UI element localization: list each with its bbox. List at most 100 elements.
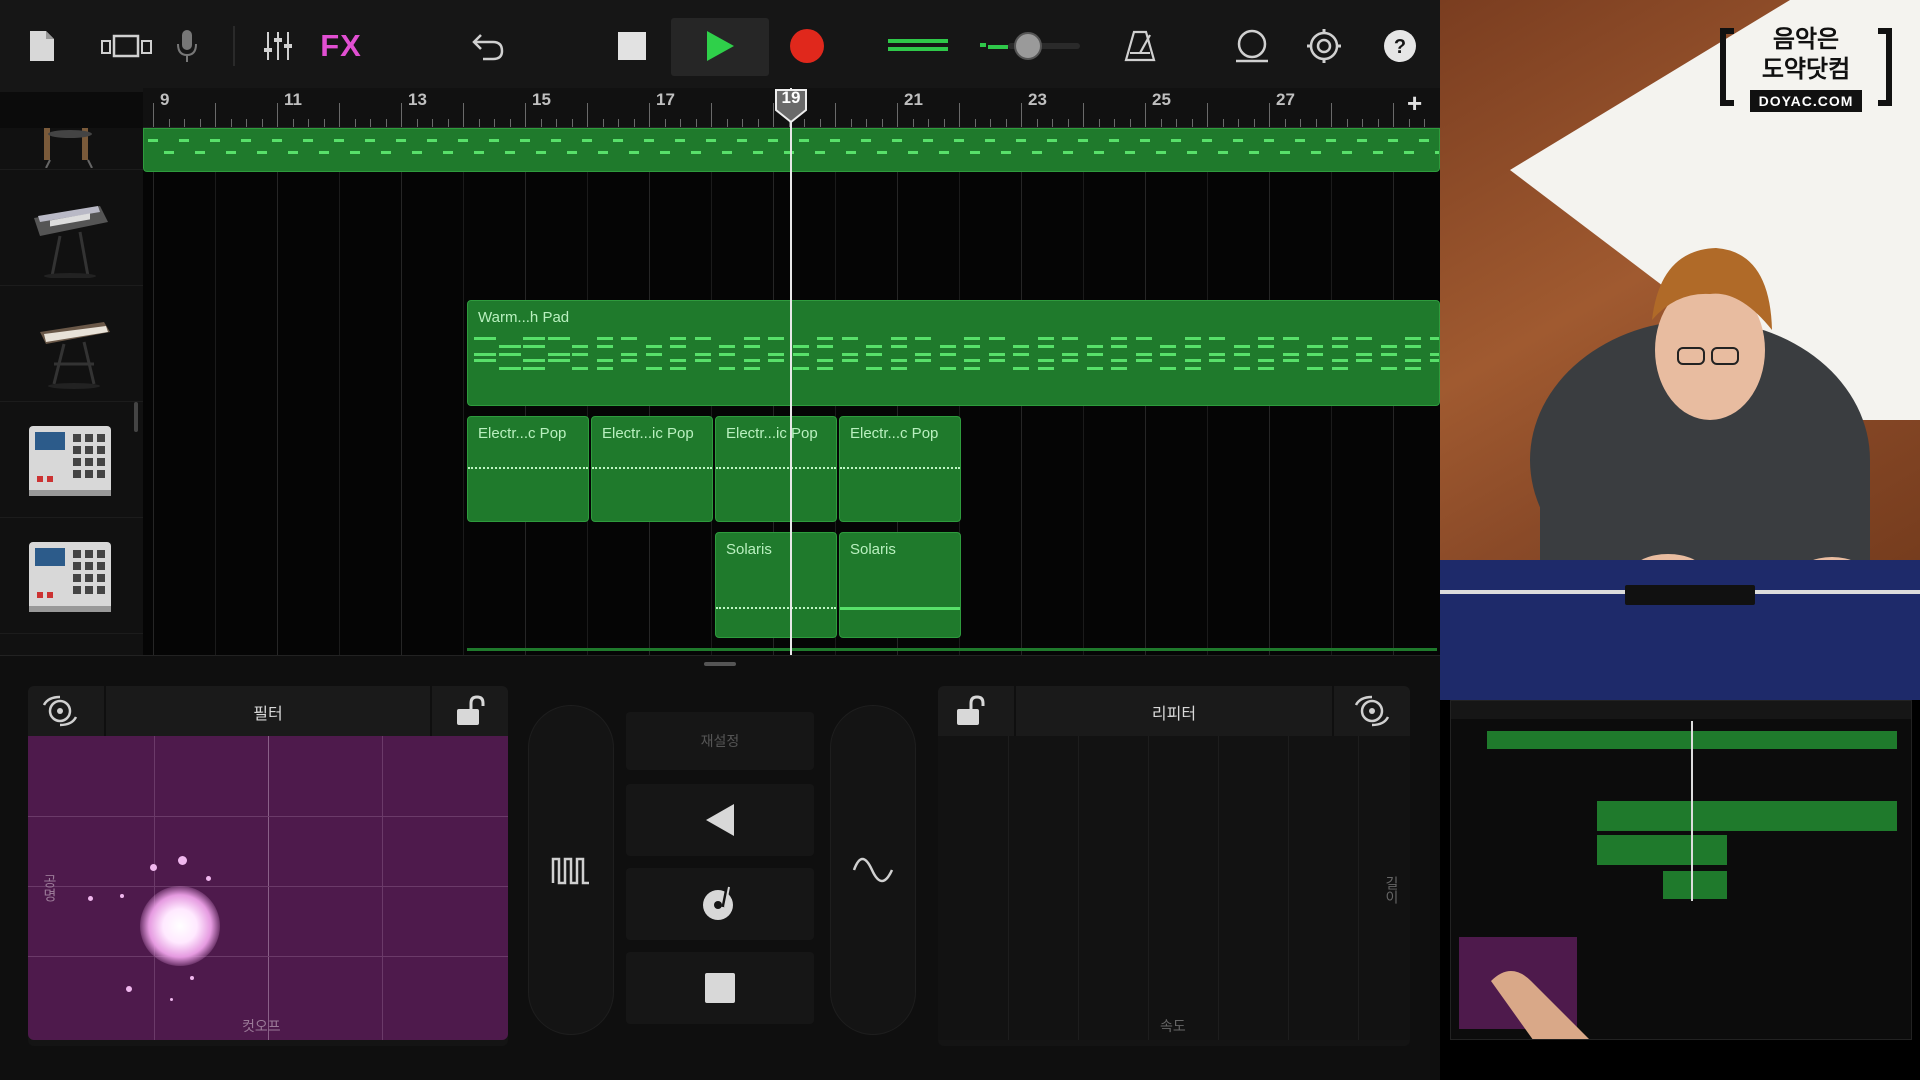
browser-icon[interactable] xyxy=(98,20,156,72)
note xyxy=(969,151,980,154)
repeater-title[interactable]: 리피터 xyxy=(938,700,1410,724)
ruler-tick xyxy=(447,119,449,127)
track-header-drums[interactable] xyxy=(0,128,143,170)
track-header-synth-2[interactable] xyxy=(0,286,143,402)
bar-number: 17 xyxy=(656,90,675,109)
note xyxy=(721,151,732,154)
reverse-button[interactable] xyxy=(626,784,814,856)
add-section-button[interactable]: + xyxy=(1407,88,1422,119)
wobble-pill[interactable] xyxy=(830,705,916,1035)
note xyxy=(783,151,794,154)
region-electro-pop[interactable]: Electr...ic Pop xyxy=(591,416,713,522)
unlock-icon[interactable] xyxy=(440,692,500,730)
ruler-tick xyxy=(974,119,976,127)
play-button[interactable] xyxy=(700,20,740,72)
spark xyxy=(170,998,173,1001)
note xyxy=(841,353,858,356)
ruler-tick xyxy=(726,119,728,127)
note xyxy=(1037,337,1054,340)
bar-number: 15 xyxy=(532,90,551,109)
metronome-icon[interactable] xyxy=(1120,20,1160,72)
ruler-tick xyxy=(1315,119,1317,127)
note xyxy=(1295,139,1305,142)
loop-browser-icon[interactable] xyxy=(1230,20,1274,72)
note xyxy=(743,359,760,362)
note xyxy=(964,367,980,370)
track-header-synth[interactable] xyxy=(0,170,143,286)
undo-icon[interactable] xyxy=(468,20,508,72)
ruler-tick xyxy=(618,119,619,127)
reset-button[interactable]: 재설정 xyxy=(626,712,814,770)
note xyxy=(1184,367,1201,370)
note xyxy=(892,139,902,142)
region-electro-pop[interactable]: Electr...ic Pop xyxy=(715,416,837,522)
note xyxy=(1380,345,1397,348)
microphone-icon[interactable] xyxy=(172,20,202,72)
region-solaris[interactable]: Solaris xyxy=(715,532,837,638)
note xyxy=(1356,337,1372,340)
note xyxy=(1429,359,1439,362)
region-name: Electr...ic Pop xyxy=(602,425,694,442)
stop-button[interactable] xyxy=(610,20,654,72)
mixer-icon[interactable] xyxy=(258,20,298,72)
note xyxy=(817,359,833,362)
tape-stop-button[interactable] xyxy=(626,952,814,1024)
help-icon[interactable]: ? xyxy=(1380,20,1420,72)
note xyxy=(1405,345,1421,348)
bar-number: 11 xyxy=(284,90,302,109)
grid-line xyxy=(401,128,402,655)
note xyxy=(1202,139,1212,142)
note xyxy=(799,139,809,142)
note xyxy=(613,139,623,142)
note xyxy=(1184,345,1201,348)
scroll-indicator[interactable] xyxy=(134,402,138,432)
region-electro-pop[interactable]: Electr...c Pop xyxy=(467,416,589,522)
filter-xy-pad[interactable]: 공명 컷오프 xyxy=(28,736,508,1040)
x-axis-label: 속도 xyxy=(1160,1018,1186,1034)
note xyxy=(644,139,654,142)
note xyxy=(1405,337,1421,340)
garageband-app: FX ? 9 11 13 15 17 21 23 25 27 + Warm...… xyxy=(0,0,1440,1080)
note xyxy=(1031,151,1042,154)
ruler-tick xyxy=(1222,119,1224,127)
mini-electro-region xyxy=(1597,835,1727,865)
grid-line xyxy=(215,128,216,655)
header-divider xyxy=(430,686,432,736)
note xyxy=(1184,337,1201,340)
my-songs-icon[interactable] xyxy=(22,20,62,72)
region-warm-pad[interactable]: Warm...h Pad xyxy=(467,300,1440,406)
settings-icon[interactable] xyxy=(1304,20,1344,72)
filter-title[interactable]: 필터 xyxy=(28,700,508,724)
grid-line xyxy=(1148,736,1149,1040)
record-fx-icon[interactable] xyxy=(1342,692,1402,730)
scratch-button[interactable] xyxy=(626,868,814,940)
ruler-tick xyxy=(401,103,402,127)
repeater-xy-pad[interactable]: 길이 속도 xyxy=(938,736,1410,1040)
panel-drag-handle[interactable] xyxy=(704,662,736,666)
note xyxy=(690,151,701,154)
region-solaris[interactable]: Solaris xyxy=(839,532,961,638)
note xyxy=(768,337,784,340)
region-electro-pop[interactable]: Electr...c Pop xyxy=(839,416,961,522)
gate-icon xyxy=(551,857,589,885)
note xyxy=(743,367,760,370)
touch-point xyxy=(140,886,220,966)
note xyxy=(1155,151,1166,154)
note xyxy=(659,151,670,154)
playhead-bar-number: 19 xyxy=(781,88,801,107)
fx-button[interactable]: FX xyxy=(316,20,366,72)
note xyxy=(792,345,809,348)
drum-machine-icon xyxy=(29,426,111,496)
master-volume-slider[interactable] xyxy=(884,20,1084,72)
track-header-beat-sequencer[interactable] xyxy=(0,402,143,518)
ruler-tick xyxy=(246,119,247,127)
note xyxy=(1013,353,1029,356)
track-header-beat-sequencer-2[interactable] xyxy=(0,518,143,634)
ruler-tick xyxy=(416,119,418,127)
note xyxy=(792,353,809,356)
note xyxy=(1209,359,1225,362)
gate-pill[interactable] xyxy=(528,705,614,1035)
record-button[interactable] xyxy=(784,20,830,72)
region-pattern xyxy=(592,467,712,469)
note xyxy=(1331,345,1348,348)
